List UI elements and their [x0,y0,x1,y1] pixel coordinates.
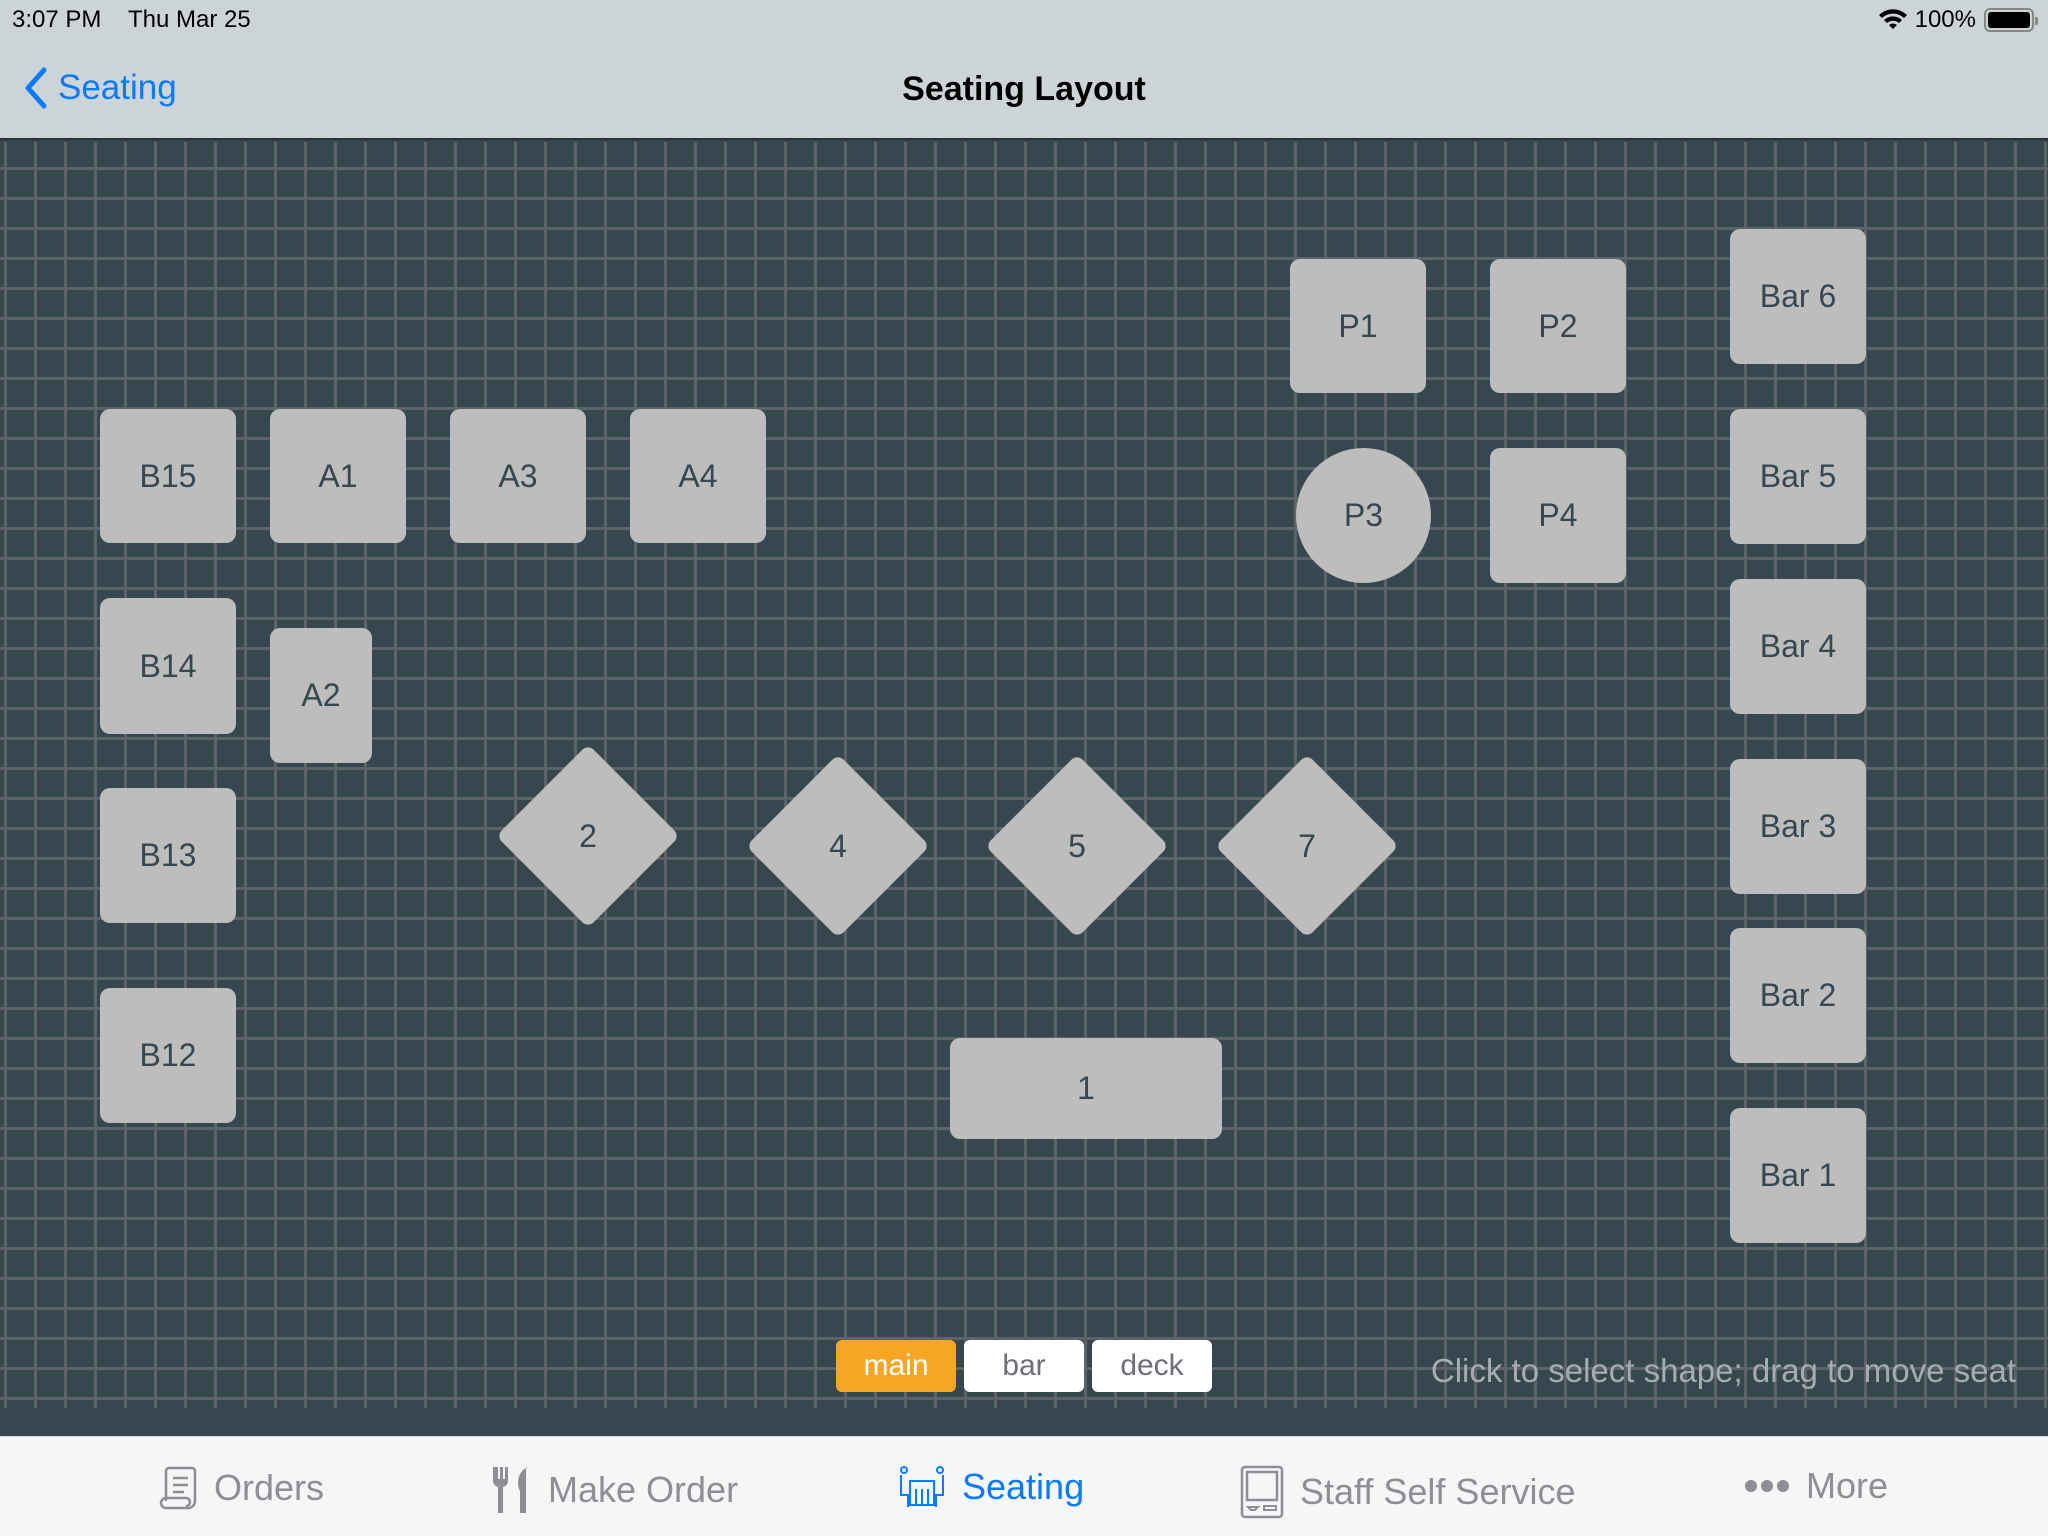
fork-knife-icon [492,1467,528,1513]
section-selector: main bar deck [836,1340,1212,1392]
table-b13[interactable]: B13 [100,788,236,923]
table-label: P4 [1538,497,1578,533]
table-label: Bar 4 [1759,628,1837,664]
table-label: A3 [498,457,538,494]
status-time: 3:07 PM [12,6,102,33]
table-bar-2[interactable]: Bar 2 [1730,928,1866,1063]
seating-icon [900,1466,944,1507]
table-label: B13 [139,837,197,873]
section-tab-deck[interactable]: deck [1092,1340,1212,1392]
table-label: P1 [1338,307,1378,344]
tab-label: Orders [214,1467,325,1508]
table-bar-4[interactable]: Bar 4 [1730,579,1866,714]
table-a2[interactable]: A2 [270,628,372,763]
tab-orders[interactable]: Orders [158,1465,324,1511]
battery-percent: 100% [1914,6,1976,33]
table-label: Bar 2 [1759,977,1837,1013]
table-7[interactable]: 7 [1215,754,1399,938]
table-label: 1 [1077,1070,1095,1106]
table-label: Bar 3 [1759,808,1837,844]
status-date: Thu Mar 25 [128,6,251,33]
more-dots-icon [1745,1480,1789,1492]
seating-canvas[interactable]: B15 A1 A3 A4 B14 A2 B13 B12 P1 P2 P3 P4 … [0,142,2048,1436]
table-label: P2 [1538,307,1578,344]
tab-label: Staff Self Service [1300,1471,1576,1512]
table-1[interactable]: 1 [950,1038,1222,1139]
table-label: A4 [678,457,718,494]
table-4[interactable]: 4 [746,754,930,938]
status-indicators: 100% [1878,6,2038,34]
table-label: P3 [1343,497,1384,533]
table-b14[interactable]: B14 [100,598,236,734]
table-a1[interactable]: A1 [270,409,406,543]
section-tab-main[interactable]: main [836,1340,956,1392]
table-b15[interactable]: B15 [100,409,236,543]
tab-seating[interactable]: Seating [898,1465,1084,1509]
battery-icon [1984,8,2038,32]
tab-more[interactable]: More [1744,1465,1888,1507]
table-label: A2 [301,677,341,713]
table-5[interactable]: 5 [985,754,1169,938]
page-title: Seating Layout [902,70,1146,108]
table-bar-6[interactable]: Bar 6 [1730,229,1866,364]
kiosk-icon [1240,1465,1284,1519]
tab-staff-self-service[interactable]: Staff Self Service [1240,1465,1575,1519]
table-label: A1 [318,457,358,494]
table-p4[interactable]: P4 [1490,448,1626,583]
table-label: 2 [579,817,597,854]
table-p2[interactable]: P2 [1490,259,1626,393]
status-bar: 3:07 PM Thu Mar 25 100% [0,0,2048,40]
table-a4[interactable]: A4 [630,409,766,543]
table-label: Bar 1 [1759,1157,1837,1193]
table-label: 4 [829,827,847,864]
navigation-bar: Seating Seating Layout [0,40,2048,140]
instruction-hint: Click to select shape; drag to move seat [1430,1352,2016,1389]
tab-make-order[interactable]: Make Order [490,1465,738,1515]
table-bar-5[interactable]: Bar 5 [1730,409,1866,544]
table-a3[interactable]: A3 [450,409,586,543]
table-label: B14 [139,647,197,684]
table-p1[interactable]: P1 [1290,259,1426,393]
table-label: B15 [139,457,197,494]
table-b12[interactable]: B12 [100,988,236,1123]
table-label: B12 [139,1037,197,1073]
section-tab-bar[interactable]: bar [964,1340,1084,1392]
receipt-icon [159,1466,197,1510]
table-label: Bar 5 [1759,458,1837,494]
battery-fill [1988,12,2030,28]
table-bar-3[interactable]: Bar 3 [1730,759,1866,894]
tab-label: Make Order [548,1469,739,1510]
table-label: 5 [1068,827,1086,864]
tab-bar: Orders Make Order Seating Staff Self Ser… [0,1436,2048,1536]
tab-label: More [1806,1465,1889,1506]
table-label: Bar 6 [1759,278,1837,314]
table-p3[interactable]: P3 [1296,448,1431,583]
wifi-icon [1878,9,1907,29]
table-label: 7 [1298,827,1316,864]
table-2[interactable]: 2 [496,744,680,928]
table-bar-1[interactable]: Bar 1 [1730,1108,1866,1243]
tab-label: Seating [962,1466,1085,1507]
